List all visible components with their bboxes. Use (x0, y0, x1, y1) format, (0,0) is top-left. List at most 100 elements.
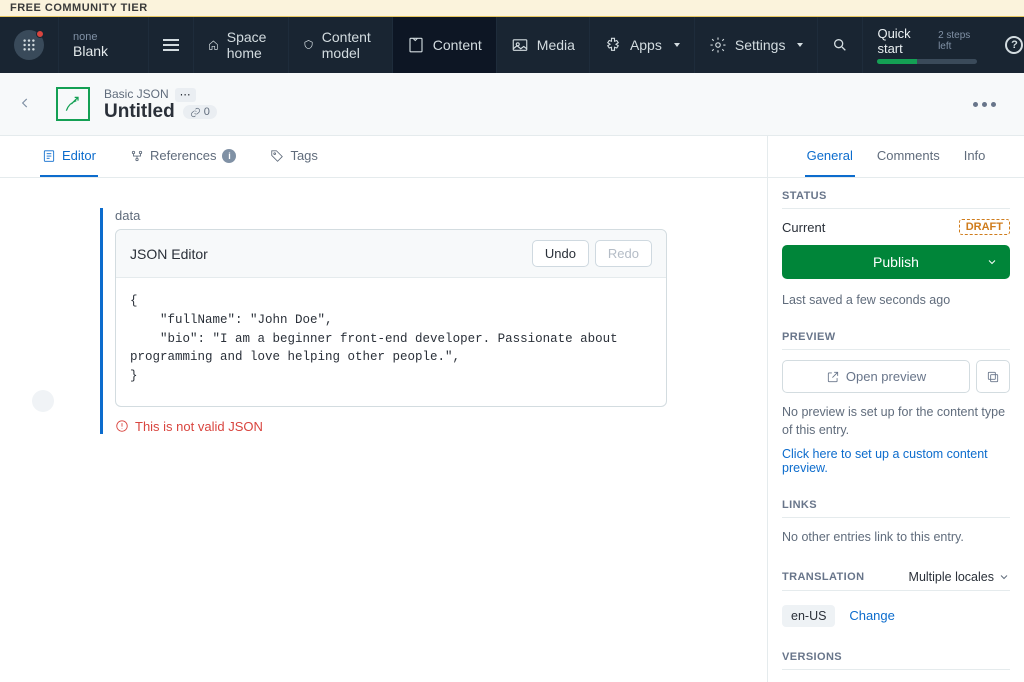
change-locale-link[interactable]: Change (849, 608, 895, 623)
status-section: STATUS Current DRAFT Publish Last saved … (768, 178, 1024, 319)
content-type-label: Basic JSON (104, 87, 169, 101)
chevron-down-icon (674, 43, 680, 47)
versions-heading: VERSIONS (782, 651, 1010, 670)
chevron-down-icon (797, 43, 803, 47)
entry-actions-menu[interactable] (973, 102, 1006, 107)
quick-start[interactable]: Quick start 2 steps left (863, 17, 991, 73)
json-editor-card: JSON Editor Undo Redo { "fullName": "Joh… (115, 229, 667, 407)
chevron-down-icon (998, 571, 1010, 583)
open-preview-button[interactable]: Open preview (782, 360, 970, 393)
links-heading: LINKS (782, 499, 1010, 518)
copy-preview-button[interactable] (976, 360, 1010, 393)
multiple-locales-toggle[interactable]: Multiple locales (909, 570, 1010, 584)
top-nav: none Blank Space home Content model Cont… (0, 17, 1024, 73)
multiple-locales-label: Multiple locales (909, 570, 994, 584)
nav-home-label: Space home (227, 29, 274, 61)
publish-button-label: Publish (873, 254, 919, 270)
last-saved-text: Last saved a few seconds ago (782, 293, 1010, 307)
space-selector[interactable]: none Blank (59, 17, 149, 73)
nav-content[interactable]: Content (393, 17, 497, 73)
sidebar-tab-general[interactable]: General (805, 136, 855, 177)
tab-references[interactable]: References i (128, 136, 238, 177)
hamburger-icon (163, 39, 179, 51)
open-preview-label: Open preview (846, 369, 926, 384)
tab-references-label: References (150, 148, 216, 163)
search-button[interactable] (818, 17, 863, 73)
redo-button[interactable]: Redo (595, 240, 652, 267)
linked-count: 0 (204, 106, 210, 118)
quick-start-label: Quick start (877, 26, 928, 56)
field-label: data (115, 208, 667, 223)
apps-icon (604, 36, 622, 54)
translation-section: TRANSLATION Multiple locales en-US Chang… (768, 558, 1024, 639)
sidebar: General Comments Info STATUS Current DRA… (768, 136, 1024, 682)
quick-start-progress (877, 59, 977, 64)
space-org-label: none (73, 31, 108, 43)
main-panel: Editor References i Tags data JSON Edito… (0, 136, 768, 682)
tab-tags-label: Tags (290, 148, 317, 163)
main-tabs: Editor References i Tags (0, 136, 767, 178)
editor-icon (42, 149, 56, 163)
preview-section: PREVIEW Open preview No preview is set u… (768, 319, 1024, 487)
home-icon (208, 36, 219, 54)
quick-start-steps: 2 steps left (938, 30, 977, 52)
links-empty-text: No other entries link to this entry. (782, 528, 1010, 546)
undo-button[interactable]: Undo (532, 240, 589, 267)
back-button[interactable] (18, 96, 32, 113)
tier-banner-text: FREE COMMUNITY TIER (10, 2, 148, 14)
status-badge: DRAFT (959, 219, 1010, 235)
entry-header: Basic JSON ⋯ Untitled 0 (0, 73, 1024, 136)
content-type-icon (56, 87, 90, 121)
sidebar-tab-info[interactable]: Info (962, 136, 988, 177)
status-current-label: Current (782, 220, 825, 235)
tab-tags[interactable]: Tags (268, 136, 319, 177)
tier-banner: FREE COMMUNITY TIER (0, 0, 1024, 17)
nav-content-model[interactable]: Content model (289, 17, 393, 73)
validation-error: This is not valid JSON (115, 419, 667, 434)
notification-dot (36, 30, 44, 38)
sidebar-tab-comments[interactable]: Comments (875, 136, 942, 177)
tab-editor-label: Editor (62, 148, 96, 163)
nav-space-home[interactable]: Space home (194, 17, 289, 73)
validation-error-text: This is not valid JSON (135, 419, 263, 434)
sidebar-tabs: General Comments Info (768, 136, 1024, 178)
entry-title-block: Basic JSON ⋯ Untitled 0 (104, 85, 217, 123)
nav-apps-label: Apps (630, 37, 662, 53)
entry-title: Untitled (104, 101, 175, 123)
linked-entries-badge[interactable]: 0 (183, 105, 217, 119)
space-name-label: Blank (73, 43, 108, 59)
help-button[interactable]: ? (991, 17, 1024, 73)
references-icon (130, 149, 144, 163)
app-launcher-icon (14, 30, 44, 60)
float-handle[interactable] (32, 390, 54, 412)
nav-settings[interactable]: Settings (695, 17, 819, 73)
nav-apps[interactable]: Apps (590, 17, 695, 73)
fields-area: data JSON Editor Undo Redo { "fullName":… (0, 178, 767, 464)
translation-heading: TRANSLATION (782, 571, 864, 583)
field-data: data JSON Editor Undo Redo { "fullName":… (100, 208, 667, 434)
tab-editor[interactable]: Editor (40, 136, 98, 177)
copy-icon (986, 370, 1000, 384)
content-type-badge-icon: ⋯ (175, 88, 196, 102)
json-editor-title: JSON Editor (130, 246, 208, 262)
tag-icon (270, 149, 284, 163)
help-icon: ? (1005, 36, 1023, 54)
app-launcher-cell[interactable] (0, 17, 59, 73)
content-icon (407, 36, 425, 54)
external-link-icon (826, 370, 840, 384)
links-section: LINKS No other entries link to this entr… (768, 487, 1024, 558)
nav-content-label: Content (433, 37, 482, 53)
error-icon (115, 419, 129, 433)
status-heading: STATUS (782, 190, 1010, 209)
media-icon (511, 36, 529, 54)
setup-preview-link[interactable]: Click here to set up a custom content pr… (782, 447, 1010, 475)
preview-empty-text: No preview is set up for the content typ… (782, 403, 1010, 439)
nav-media[interactable]: Media (497, 17, 590, 73)
json-editor-input[interactable]: { "fullName": "John Doe", "bio": "I am a… (116, 278, 666, 406)
nav-media-label: Media (537, 37, 575, 53)
chevron-down-icon (986, 256, 998, 268)
env-menu[interactable] (149, 17, 194, 73)
gear-icon (709, 36, 727, 54)
publish-button[interactable]: Publish (782, 245, 1010, 279)
locale-chip: en-US (782, 605, 835, 627)
